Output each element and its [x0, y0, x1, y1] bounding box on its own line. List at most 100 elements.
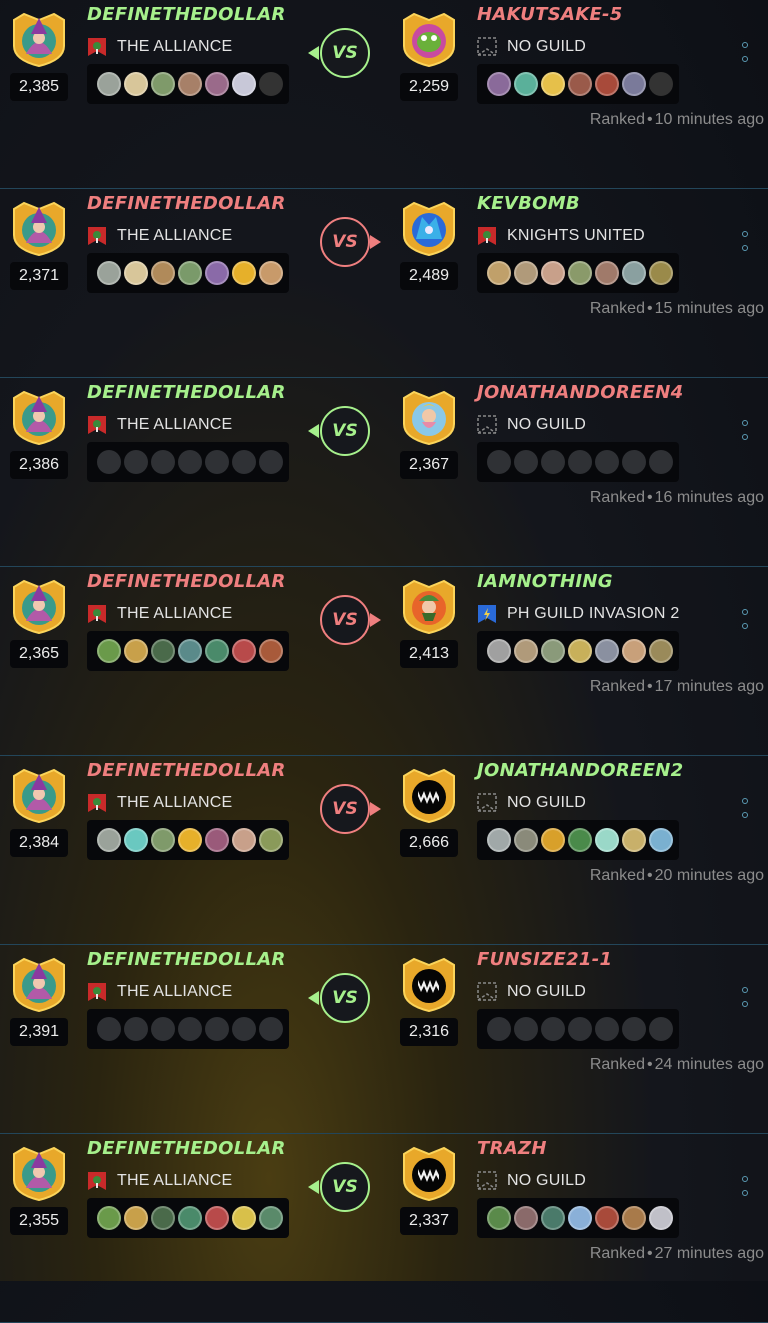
- player-name[interactable]: TRAZH: [477, 1138, 547, 1159]
- card-thumbnail[interactable]: [514, 261, 538, 285]
- card-thumbnail[interactable]: [541, 1017, 565, 1041]
- card-thumbnail[interactable]: [259, 72, 283, 96]
- card-thumbnail[interactable]: [568, 828, 592, 852]
- card-thumbnail[interactable]: [649, 450, 673, 474]
- card-thumbnail[interactable]: [595, 1206, 619, 1230]
- card-thumbnail[interactable]: [487, 1206, 511, 1230]
- card-thumbnail[interactable]: [622, 1017, 646, 1041]
- card-thumbnail[interactable]: [595, 1017, 619, 1041]
- player-name[interactable]: DEFINETHEDOLLAR: [87, 4, 286, 25]
- card-thumbnail[interactable]: [124, 1206, 148, 1230]
- card-thumbnail[interactable]: [622, 450, 646, 474]
- card-thumbnail[interactable]: [124, 639, 148, 663]
- card-thumbnail[interactable]: [205, 1017, 229, 1041]
- card-thumbnail[interactable]: [232, 828, 256, 852]
- card-thumbnail[interactable]: [649, 1206, 673, 1230]
- guild-label[interactable]: NO GUILD: [477, 413, 586, 437]
- card-thumbnail[interactable]: [232, 450, 256, 474]
- guild-label[interactable]: NO GUILD: [477, 980, 586, 1004]
- wizard-avatar-icon[interactable]: [10, 1144, 68, 1202]
- player-name[interactable]: DEFINETHEDOLLAR: [87, 1138, 286, 1159]
- card-thumbnail[interactable]: [178, 261, 202, 285]
- card-thumbnail[interactable]: [97, 1206, 121, 1230]
- card-thumbnail[interactable]: [97, 72, 121, 96]
- card-thumbnail[interactable]: [595, 828, 619, 852]
- card-thumbnail[interactable]: [595, 639, 619, 663]
- player-name[interactable]: DEFINETHEDOLLAR: [87, 571, 286, 592]
- wizard-avatar-icon[interactable]: [10, 10, 68, 68]
- guild-label[interactable]: THE ALLIANCE: [87, 791, 232, 815]
- vs-badge[interactable]: VS: [320, 973, 370, 1023]
- vs-badge[interactable]: VS: [320, 217, 370, 267]
- battle-row[interactable]: 2,385 DEFINETHEDOLLAR THE ALLIANCE 2,259 HAK…: [0, 0, 768, 189]
- card-thumbnail[interactable]: [487, 1017, 511, 1041]
- card-thumbnail[interactable]: [595, 450, 619, 474]
- battle-options-icon[interactable]: [742, 987, 750, 1017]
- guild-label[interactable]: THE ALLIANCE: [87, 224, 232, 248]
- card-thumbnail[interactable]: [259, 1017, 283, 1041]
- card-thumbnail[interactable]: [124, 72, 148, 96]
- card-thumbnail[interactable]: [541, 450, 565, 474]
- card-thumbnail[interactable]: [649, 72, 673, 96]
- card-thumbnail[interactable]: [178, 1017, 202, 1041]
- player-name[interactable]: JONATHANDOREEN4: [477, 382, 683, 403]
- card-thumbnail[interactable]: [622, 261, 646, 285]
- wizard-avatar-icon[interactable]: [10, 388, 68, 446]
- warrior-avatar-icon[interactable]: [400, 577, 458, 635]
- guild-label[interactable]: NO GUILD: [477, 1169, 586, 1193]
- card-thumbnail[interactable]: [649, 639, 673, 663]
- card-thumbnail[interactable]: [487, 828, 511, 852]
- card-thumbnail[interactable]: [622, 1206, 646, 1230]
- player-name[interactable]: JONATHANDOREEN2: [477, 760, 683, 781]
- card-thumbnail[interactable]: [124, 261, 148, 285]
- battle-row[interactable]: 2,386 DEFINETHEDOLLAR THE ALLIANCE 2,367 JON…: [0, 378, 768, 567]
- player-name[interactable]: DEFINETHEDOLLAR: [87, 382, 286, 403]
- card-thumbnail[interactable]: [232, 1206, 256, 1230]
- guild-label[interactable]: THE ALLIANCE: [87, 602, 232, 626]
- card-thumbnail[interactable]: [97, 1017, 121, 1041]
- guild-label[interactable]: KNIGHTS UNITED: [477, 224, 645, 248]
- battle-options-icon[interactable]: [742, 231, 750, 261]
- card-thumbnail[interactable]: [514, 1017, 538, 1041]
- card-thumbnail[interactable]: [487, 639, 511, 663]
- card-thumbnail[interactable]: [541, 828, 565, 852]
- vs-badge[interactable]: VS: [320, 1162, 370, 1212]
- card-thumbnail[interactable]: [259, 261, 283, 285]
- guild-label[interactable]: THE ALLIANCE: [87, 1169, 232, 1193]
- card-thumbnail[interactable]: [151, 1206, 175, 1230]
- card-thumbnail[interactable]: [541, 72, 565, 96]
- card-thumbnail[interactable]: [514, 639, 538, 663]
- vs-badge[interactable]: VS: [320, 28, 370, 78]
- card-thumbnail[interactable]: [568, 1017, 592, 1041]
- card-thumbnail[interactable]: [178, 639, 202, 663]
- guild-label[interactable]: NO GUILD: [477, 35, 586, 59]
- card-thumbnail[interactable]: [568, 261, 592, 285]
- card-thumbnail[interactable]: [232, 639, 256, 663]
- vs-badge[interactable]: VS: [320, 784, 370, 834]
- battle-row[interactable]: 2,355 DEFINETHEDOLLAR THE ALLIANCE 2,337 TRA…: [0, 1134, 768, 1323]
- card-thumbnail[interactable]: [514, 72, 538, 96]
- card-thumbnail[interactable]: [487, 72, 511, 96]
- card-thumbnail[interactable]: [124, 828, 148, 852]
- card-thumbnail[interactable]: [259, 450, 283, 474]
- card-thumbnail[interactable]: [205, 1206, 229, 1230]
- card-thumbnail[interactable]: [541, 261, 565, 285]
- battle-row[interactable]: 2,371 DEFINETHEDOLLAR THE ALLIANCE 2,489 KEV…: [0, 189, 768, 378]
- wizard-avatar-icon[interactable]: [10, 577, 68, 635]
- vs-badge[interactable]: VS: [320, 406, 370, 456]
- card-thumbnail[interactable]: [124, 450, 148, 474]
- wizard-avatar-icon[interactable]: [10, 955, 68, 1013]
- card-thumbnail[interactable]: [151, 1017, 175, 1041]
- battle-options-icon[interactable]: [742, 420, 750, 450]
- vs-badge[interactable]: VS: [320, 595, 370, 645]
- card-thumbnail[interactable]: [151, 72, 175, 96]
- card-thumbnail[interactable]: [595, 72, 619, 96]
- card-thumbnail[interactable]: [205, 72, 229, 96]
- player-name[interactable]: KEVBOMB: [477, 193, 580, 214]
- card-thumbnail[interactable]: [124, 1017, 148, 1041]
- card-thumbnail[interactable]: [622, 72, 646, 96]
- player-name[interactable]: HAKUTSAKE-5: [477, 4, 623, 25]
- card-thumbnail[interactable]: [151, 261, 175, 285]
- card-thumbnail[interactable]: [259, 828, 283, 852]
- player-name[interactable]: DEFINETHEDOLLAR: [87, 949, 286, 970]
